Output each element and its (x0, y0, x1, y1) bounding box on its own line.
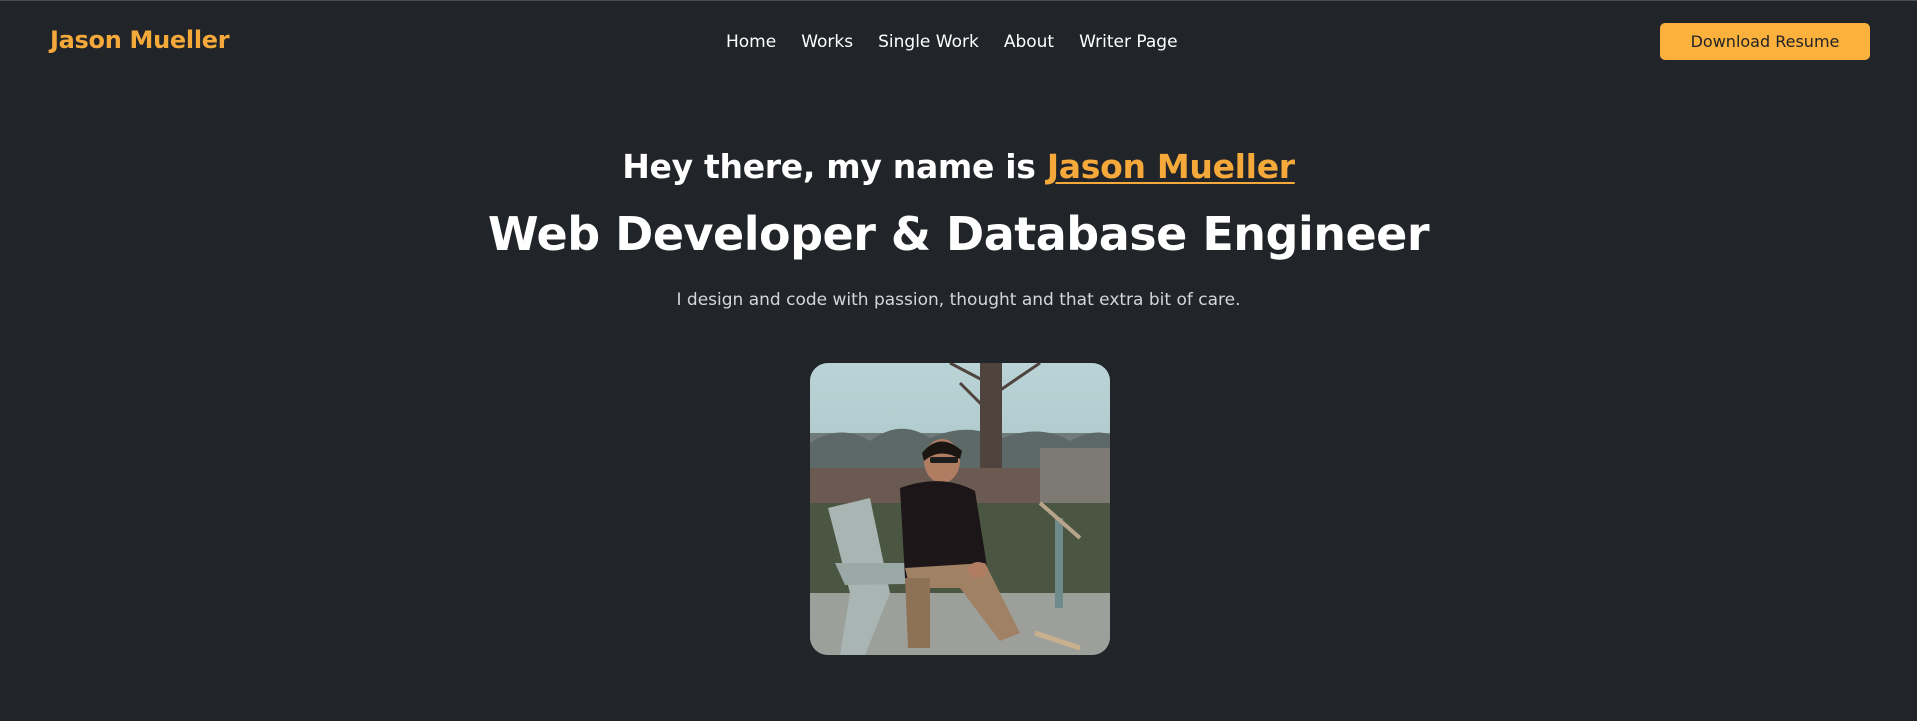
profile-photo (810, 363, 1110, 655)
nav-link-home[interactable]: Home (726, 32, 776, 52)
nav-link-about[interactable]: About (1004, 32, 1054, 52)
hero-headline: Web Developer & Database Engineer (487, 207, 1430, 261)
navbar: Jason Mueller Home Works Single Work Abo… (0, 1, 1917, 81)
download-resume-button[interactable]: Download Resume (1660, 23, 1870, 60)
main-nav: Home Works Single Work About Writer Page (726, 32, 1178, 52)
hero-greeting: Hey there, my name is Jason Mueller (0, 147, 1917, 186)
nav-link-works[interactable]: Works (801, 32, 853, 52)
brand-logo[interactable]: Jason Mueller (50, 26, 230, 54)
greeting-prefix: Hey there, my name is (622, 147, 1047, 186)
nav-link-writer-page[interactable]: Writer Page (1079, 32, 1177, 52)
nav-link-single-work[interactable]: Single Work (878, 32, 979, 52)
hero-tagline: I design and code with passion, thought … (676, 290, 1241, 310)
greeting-name-link[interactable]: Jason Mueller (1047, 147, 1295, 186)
